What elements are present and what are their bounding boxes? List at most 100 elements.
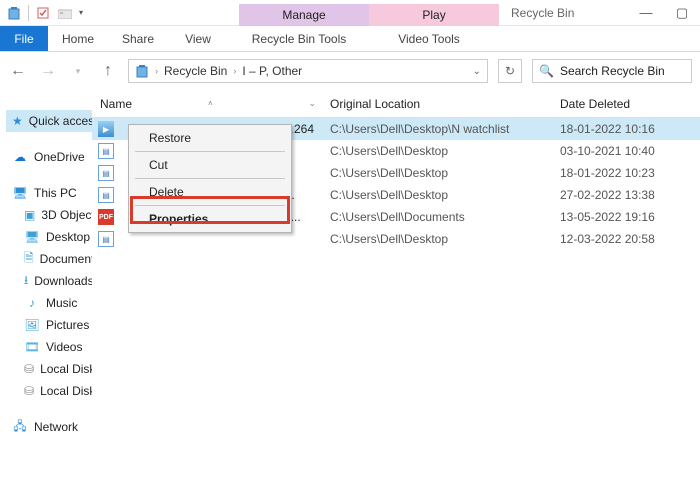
context-menu-delete[interactable]: Delete [129, 179, 291, 205]
sidebar-item-desktop[interactable]: 🖥 Desktop [6, 226, 92, 248]
search-icon: 🔍 [539, 64, 554, 78]
sidebar-item-documents[interactable]: 🗎 Documents [6, 248, 92, 270]
cloud-icon: ☁ [12, 149, 28, 165]
sidebar-quick-access[interactable]: ★ Quick access [6, 110, 92, 132]
back-button[interactable]: ← [8, 61, 28, 81]
ribbon-tab-view[interactable]: View [168, 26, 228, 51]
music-icon: ♪ [24, 295, 40, 311]
ribbon-tabs: File Home Share View Recycle Bin Tools V… [0, 26, 700, 52]
sidebar-item-downloads[interactable]: ⭳ Downloads [6, 270, 92, 292]
column-header-name[interactable]: Name ˄ ⌄ [92, 97, 322, 111]
sidebar-item-label: OneDrive [34, 150, 85, 164]
breadcrumb[interactable]: Recycle Bin [164, 64, 227, 78]
minimize-button[interactable]: — [628, 0, 664, 25]
recycle-bin-icon [135, 64, 149, 78]
quick-access-toolbar: ▾ [0, 0, 89, 25]
maximize-button[interactable]: ▢ [664, 0, 700, 25]
breadcrumb[interactable]: I – P, Other [242, 64, 302, 78]
original-location: C:\Users\Dell\Desktop [322, 188, 552, 202]
column-header-label: Original Location [330, 97, 420, 111]
video-file-icon: ▶ [98, 121, 114, 137]
sidebar-item-videos[interactable]: 🎞 Videos [6, 336, 92, 358]
title-bar: ▾ Manage Play Recycle Bin — ▢ ✕ [0, 0, 700, 26]
qat-separator [28, 5, 29, 21]
column-header-date-deleted[interactable]: Date Deleted [552, 97, 700, 111]
ribbon-tab-video-tools[interactable]: Video Tools [364, 26, 494, 51]
sidebar-item-label: Music [46, 296, 77, 310]
document-file-icon: ▤ [98, 165, 114, 181]
ribbon-tab-recyclebin-tools[interactable]: Recycle Bin Tools [234, 26, 364, 51]
sidebar-item-label: Videos [46, 340, 82, 354]
date-deleted: 12-03-2022 20:58 [552, 232, 700, 246]
sidebar-item-3d-objects[interactable]: ▣ 3D Objects [6, 204, 92, 226]
original-location: C:\Users\Dell\Documents [322, 210, 552, 224]
sidebar-network[interactable]: 🖧 Network [6, 416, 92, 438]
desktop-icon: 🖥 [24, 229, 40, 245]
breadcrumb-chevron-icon[interactable]: › [233, 66, 236, 76]
play-tool-tab[interactable]: Play [369, 4, 499, 26]
context-menu-properties[interactable]: Properties [129, 206, 291, 232]
pictures-icon: 🖼 [24, 317, 40, 333]
forward-button[interactable]: → [38, 61, 58, 81]
recycle-bin-icon [6, 5, 22, 21]
pdf-file-icon: PDF [98, 209, 114, 225]
sidebar-item-label: 3D Objects [41, 208, 92, 222]
disk-icon: ⛁ [24, 383, 34, 399]
search-box[interactable]: 🔍 Search Recycle Bin [532, 59, 692, 83]
column-header-original-location[interactable]: Original Location [322, 97, 552, 111]
refresh-button[interactable]: ↻ [498, 59, 522, 83]
network-icon: 🖧 [12, 419, 28, 435]
column-filter-dropdown-icon[interactable]: ⌄ [308, 98, 322, 109]
context-menu-cut[interactable]: Cut [129, 152, 291, 178]
date-deleted: 27-02-2022 13:38 [552, 188, 700, 202]
sort-ascending-icon: ˄ [208, 99, 213, 108]
sidebar-item-label: Downloads [34, 274, 92, 288]
qat-dropdown-icon[interactable]: ▾ [79, 8, 83, 17]
navigation-pane[interactable]: ★ Quick access ☁ OneDrive 🖥 This PC ▣ 3D… [0, 90, 92, 501]
manage-tool-tab[interactable]: Manage [239, 4, 369, 26]
sidebar-item-label: Local Disk [40, 362, 92, 376]
column-header-label: Name [100, 97, 132, 111]
original-location: C:\Users\Dell\Desktop [322, 144, 552, 158]
address-bar[interactable]: › Recycle Bin › I – P, Other ⌄ [128, 59, 488, 83]
window-title: Recycle Bin [499, 0, 628, 25]
original-location: C:\Users\Dell\Desktop [322, 232, 552, 246]
sidebar-item-label: Documents [40, 252, 92, 266]
contextual-tool-tabs: Manage Play [239, 0, 499, 25]
date-deleted: 18-01-2022 10:23 [552, 166, 700, 180]
sidebar-item-label: Pictures [46, 318, 89, 332]
ribbon-tab-share[interactable]: Share [108, 26, 168, 51]
address-history-dropdown[interactable]: ⌄ [473, 66, 481, 77]
original-location: C:\Users\Dell\Desktop\N watchlist [322, 122, 552, 136]
document-file-icon: ▤ [98, 143, 114, 159]
sidebar-item-label: Network [34, 420, 78, 434]
star-icon: ★ [12, 113, 23, 129]
up-button[interactable]: ↑ [98, 61, 118, 81]
search-placeholder: Search Recycle Bin [560, 64, 665, 78]
file-tab[interactable]: File [0, 26, 48, 51]
sidebar-item-pictures[interactable]: 🖼 Pictures [6, 314, 92, 336]
column-header-label: Date Deleted [560, 97, 630, 111]
breadcrumb-chevron-icon[interactable]: › [155, 66, 158, 76]
context-menu-restore[interactable]: Restore [129, 125, 291, 151]
original-location: C:\Users\Dell\Desktop [322, 166, 552, 180]
sidebar-item-music[interactable]: ♪ Music [6, 292, 92, 314]
sidebar-item-local-disk-d[interactable]: ⛁ Local Disk [6, 380, 92, 402]
monitor-icon: 🖥 [12, 185, 28, 201]
sidebar-item-label: This PC [34, 186, 77, 200]
videos-icon: 🎞 [24, 339, 40, 355]
sidebar-item-label: Quick access [29, 114, 92, 128]
main-area: ★ Quick access ☁ OneDrive 🖥 This PC ▣ 3D… [0, 90, 700, 501]
ribbon-tab-home[interactable]: Home [48, 26, 108, 51]
disk-icon: ⛁ [24, 361, 34, 377]
document-file-icon: ▤ [98, 187, 114, 203]
date-deleted: 03-10-2021 10:40 [552, 144, 700, 158]
sidebar-this-pc[interactable]: 🖥 This PC [6, 182, 92, 204]
properties-icon[interactable] [35, 5, 51, 21]
column-headers: Name ˄ ⌄ Original Location Date Deleted [92, 90, 700, 118]
qat-new-folder-icon[interactable] [57, 5, 73, 21]
window-controls: — ▢ ✕ [628, 0, 700, 25]
sidebar-onedrive[interactable]: ☁ OneDrive [6, 146, 92, 168]
sidebar-item-local-disk-c[interactable]: ⛁ Local Disk [6, 358, 92, 380]
recent-locations-dropdown[interactable]: ▾ [68, 61, 88, 81]
